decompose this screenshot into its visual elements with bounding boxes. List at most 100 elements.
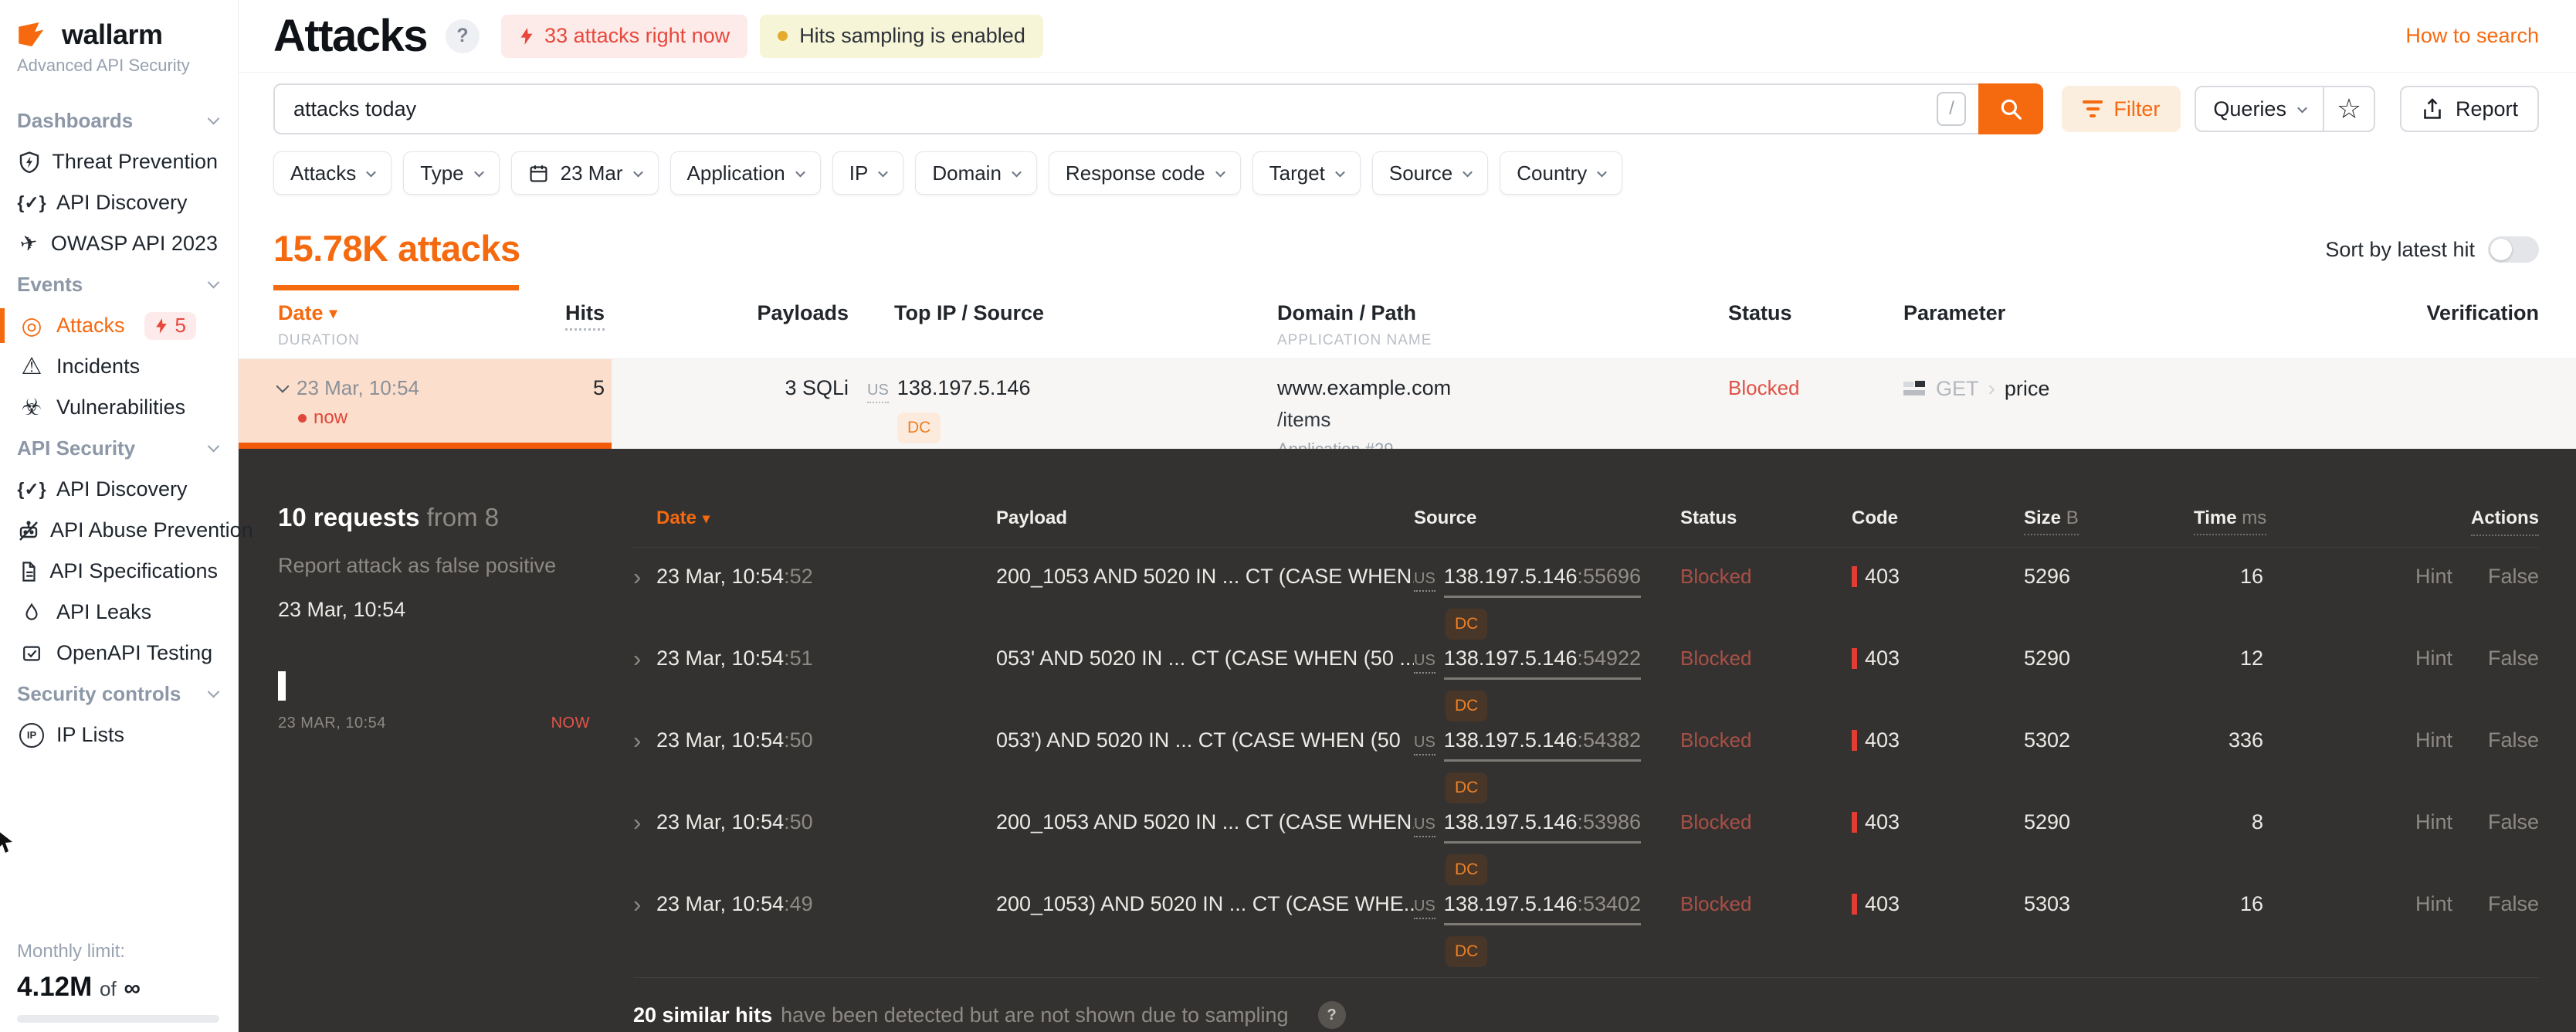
filter-chip-ip[interactable]: IP: [832, 151, 904, 195]
hit-source-ip[interactable]: 138.197.5.146:54382: [1443, 728, 1642, 762]
hit-source-ip[interactable]: 138.197.5.146:53402: [1443, 892, 1642, 925]
expand-chevron-icon[interactable]: ›: [633, 727, 641, 755]
filter-chip-application[interactable]: Application: [669, 151, 821, 195]
sidebar-item-ip-lists[interactable]: IP IP Lists: [0, 715, 238, 755]
chevron-down-icon: [2297, 103, 2307, 113]
hit-payload: 053' AND 5020 IN ... CT (CASE WHEN (50 .…: [996, 647, 1414, 670]
queries-button[interactable]: Queries: [2196, 87, 2323, 131]
sort-by-latest-hit: Sort by latest hit: [2325, 236, 2539, 263]
how-to-search-link[interactable]: How to search: [2405, 24, 2539, 48]
filter-button[interactable]: Filter: [2062, 86, 2181, 132]
filter-chip-domain[interactable]: Domain: [915, 151, 1037, 195]
hit-payload: 200_1053 AND 5020 IN ... CT (CASE WHEN..…: [996, 565, 1414, 588]
country-label[interactable]: US: [1414, 816, 1435, 837]
false-action[interactable]: False: [2488, 728, 2539, 793]
hit-code: 403: [1865, 810, 1900, 833]
country-label[interactable]: US: [1414, 570, 1435, 592]
datacenter-tag[interactable]: DC: [1446, 936, 1488, 967]
sort-toggle[interactable]: [2488, 236, 2539, 263]
expand-chevron-icon[interactable]: ›: [633, 809, 641, 837]
attack-ip[interactable]: 138.197.5.146: [897, 376, 1031, 400]
country-label[interactable]: US: [867, 382, 889, 403]
collapse-chevron-icon[interactable]: [276, 379, 290, 393]
country-label[interactable]: US: [1414, 898, 1435, 919]
attack-domain: www.example.com: [1277, 376, 1452, 399]
section-security-controls[interactable]: Security controls: [0, 674, 238, 715]
chevron-down-icon: [878, 167, 889, 177]
sidebar-item-incidents[interactable]: ⚠ Incidents: [0, 346, 238, 387]
attack-path: /items: [1277, 408, 1331, 431]
chevron-down-icon: [207, 112, 220, 125]
sidebar-item-api-abuse-prevention[interactable]: API Abuse Prevention: [0, 510, 253, 551]
attack-status: Blocked: [1728, 376, 1800, 399]
sidebar-item-threat-prevention[interactable]: Threat Prevention: [0, 141, 238, 182]
monthly-limit-progressbar: [17, 1015, 219, 1023]
sidebar-item-api-leaks[interactable]: API Leaks: [0, 592, 238, 633]
expand-chevron-icon[interactable]: ›: [633, 891, 641, 918]
false-action[interactable]: False: [2488, 810, 2539, 875]
code-bar-icon: [1852, 812, 1857, 833]
country-label[interactable]: US: [1414, 734, 1435, 755]
chevron-down-icon: [795, 167, 805, 177]
wallarm-logo-icon: [17, 22, 53, 48]
page-header: Attacks ? 33 attacks right now Hits samp…: [239, 0, 2576, 73]
report-false-positive-link[interactable]: Report attack as false positive: [278, 554, 633, 578]
filter-chip-type[interactable]: Type: [403, 151, 500, 195]
hit-row: › 23 Mar, 10:54:50 053') AND 5020 IN ... …: [633, 711, 2539, 803]
doc-check-icon: [17, 643, 46, 664]
column-actions[interactable]: Actions: [2263, 508, 2539, 536]
expand-chevron-icon[interactable]: ›: [633, 563, 641, 591]
hint-action[interactable]: Hint: [2415, 565, 2452, 630]
filter-chip-attacks[interactable]: Attacks: [273, 151, 392, 195]
sidebar-item-vulnerabilities[interactable]: ☣ Vulnerabilities: [0, 387, 238, 428]
false-action[interactable]: False: [2488, 647, 2539, 711]
filter-chip-response-code[interactable]: Response code: [1048, 151, 1241, 195]
hint-action[interactable]: Hint: [2415, 647, 2452, 711]
help-icon[interactable]: ?: [446, 19, 480, 53]
hit-status: Blocked: [1680, 565, 1752, 588]
expand-chevron-icon[interactable]: ›: [633, 645, 641, 673]
column-date[interactable]: Date ▾: [278, 301, 337, 325]
help-icon[interactable]: ?: [1317, 1001, 1346, 1029]
hint-action[interactable]: Hint: [2415, 810, 2452, 875]
hit-source-ip[interactable]: 138.197.5.146:53986: [1443, 810, 1642, 844]
search-input[interactable]: [275, 97, 1937, 121]
favorite-star-button[interactable]: ☆: [2324, 87, 2374, 131]
false-action[interactable]: False: [2488, 565, 2539, 630]
sidebar-item-owasp-api[interactable]: ✈ OWASP API 2023: [0, 223, 238, 264]
filter-chip-country[interactable]: Country: [1500, 151, 1623, 195]
sidebar-item-api-discovery-2[interactable]: {✓} API Discovery: [0, 469, 238, 510]
column-size[interactable]: Size B: [2024, 508, 2194, 535]
infinity-icon: ∞: [124, 976, 141, 1001]
hit-status: Blocked: [1680, 728, 1752, 752]
chevron-down-icon: [1012, 167, 1022, 177]
document-icon: [17, 561, 39, 582]
sidebar-item-attacks[interactable]: ◎ Attacks 5: [0, 305, 238, 346]
hint-action[interactable]: Hint: [2415, 892, 2452, 957]
attack-row-date-cell[interactable]: 23 Mar, 10:54 now 5: [239, 359, 612, 449]
country-label[interactable]: US: [1414, 652, 1435, 674]
filter-chip-target[interactable]: Target: [1252, 151, 1361, 195]
section-dashboards[interactable]: Dashboards: [0, 100, 238, 141]
search-button[interactable]: [1978, 83, 2044, 134]
hint-action[interactable]: Hint: [2415, 728, 2452, 793]
report-button[interactable]: Report: [2399, 86, 2539, 132]
sidebar-item-openapi-testing[interactable]: OpenAPI Testing: [0, 633, 238, 674]
column-hits[interactable]: Hits: [564, 301, 605, 331]
hit-code: 403: [1865, 647, 1900, 670]
section-events[interactable]: Events: [0, 264, 238, 305]
column-date[interactable]: Date ▾: [656, 508, 710, 529]
hit-source-ip[interactable]: 138.197.5.146:55696: [1443, 565, 1642, 598]
calendar-icon: [530, 165, 547, 182]
brand-tagline: Advanced API Security: [17, 56, 190, 75]
bolt-icon: [155, 317, 167, 334]
datacenter-tag[interactable]: DC: [897, 412, 941, 443]
hit-source-ip[interactable]: 138.197.5.146:54922: [1443, 647, 1642, 680]
column-time[interactable]: Time ms: [2194, 508, 2267, 535]
section-api-security[interactable]: API Security: [0, 428, 238, 469]
filter-chip-source[interactable]: Source: [1371, 151, 1489, 195]
sidebar-item-api-specifications[interactable]: API Specifications: [0, 551, 238, 592]
sidebar-item-api-discovery[interactable]: {✓} API Discovery: [0, 182, 238, 223]
filter-chip-date[interactable]: 23 Mar: [510, 151, 659, 195]
false-action[interactable]: False: [2488, 892, 2539, 957]
